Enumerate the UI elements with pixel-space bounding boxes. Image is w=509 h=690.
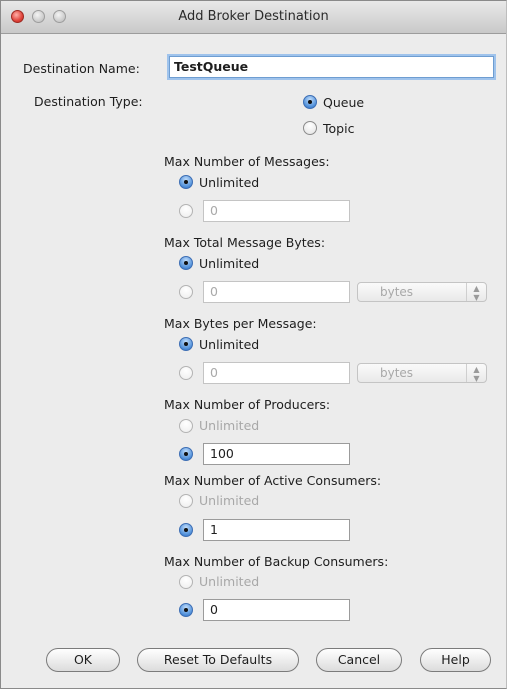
max-active-consumers-label: Max Number of Active Consumers:	[164, 473, 382, 488]
max-messages-unlimited-label: Unlimited	[199, 175, 260, 190]
max-messages-unlimited-radio[interactable]	[179, 175, 193, 189]
max-producers-unlimited-radio[interactable]	[179, 419, 193, 433]
reset-to-defaults-button[interactable]: Reset To Defaults	[137, 648, 299, 672]
stepper-arrows-icon: ▲ ▼	[466, 283, 486, 302]
max-messages-input[interactable]: 0	[203, 200, 350, 222]
max-backup-consumers-unlimited-label: Unlimited	[199, 574, 260, 589]
queue-radio-label: Queue	[323, 95, 365, 110]
max-bytes-per-message-input[interactable]: 0	[203, 362, 350, 384]
cancel-button[interactable]: Cancel	[316, 648, 402, 672]
add-broker-destination-dialog: Add Broker Destination Destination Name:…	[0, 0, 507, 689]
max-bytes-per-message-unlimited-radio[interactable]	[179, 337, 193, 351]
max-total-bytes-label: Max Total Message Bytes:	[164, 235, 326, 250]
max-total-bytes-unit-value: bytes	[380, 285, 414, 299]
max-backup-consumers-input[interactable]: 0	[203, 599, 350, 621]
max-bytes-per-message-unit-value: bytes	[380, 366, 414, 380]
max-producers-limit-radio[interactable]	[179, 447, 193, 461]
max-producers-label: Max Number of Producers:	[164, 397, 331, 412]
max-backup-consumers-limit-radio[interactable]	[179, 603, 193, 617]
destination-name-input[interactable]: TestQueue	[169, 56, 494, 78]
max-messages-label: Max Number of Messages:	[164, 154, 330, 169]
max-backup-consumers-unlimited-radio[interactable]	[179, 575, 193, 589]
topic-radio[interactable]	[303, 121, 317, 135]
max-bytes-per-message-unlimited-label: Unlimited	[199, 337, 260, 352]
max-active-consumers-unlimited-label: Unlimited	[199, 493, 260, 508]
stepper-arrows-icon: ▲ ▼	[466, 364, 486, 383]
max-bytes-per-message-unit-select[interactable]: bytes ▲ ▼	[357, 363, 487, 383]
max-producers-unlimited-label: Unlimited	[199, 418, 260, 433]
max-active-consumers-unlimited-radio[interactable]	[179, 494, 193, 508]
destination-name-label: Destination Name:	[23, 61, 140, 76]
max-messages-limit-radio[interactable]	[179, 204, 193, 218]
max-total-bytes-input[interactable]: 0	[203, 281, 350, 303]
max-active-consumers-input[interactable]: 1	[203, 519, 350, 541]
title-bar: Add Broker Destination	[1, 1, 506, 34]
max-active-consumers-limit-radio[interactable]	[179, 523, 193, 537]
window-title: Add Broker Destination	[178, 9, 329, 24]
max-bytes-per-message-label: Max Bytes per Message:	[164, 316, 317, 331]
max-producers-input[interactable]: 100	[203, 443, 350, 465]
max-total-bytes-unlimited-radio[interactable]	[179, 256, 193, 270]
topic-radio-label: Topic	[323, 121, 355, 136]
destination-type-label: Destination Type:	[34, 94, 143, 109]
max-total-bytes-unlimited-label: Unlimited	[199, 256, 260, 271]
ok-button[interactable]: OK	[46, 648, 120, 672]
help-button[interactable]: Help	[420, 648, 491, 672]
max-total-bytes-limit-radio[interactable]	[179, 285, 193, 299]
max-backup-consumers-label: Max Number of Backup Consumers:	[164, 554, 389, 569]
max-total-bytes-unit-select[interactable]: bytes ▲ ▼	[357, 282, 487, 302]
queue-radio[interactable]	[303, 95, 317, 109]
max-bytes-per-message-limit-radio[interactable]	[179, 366, 193, 380]
